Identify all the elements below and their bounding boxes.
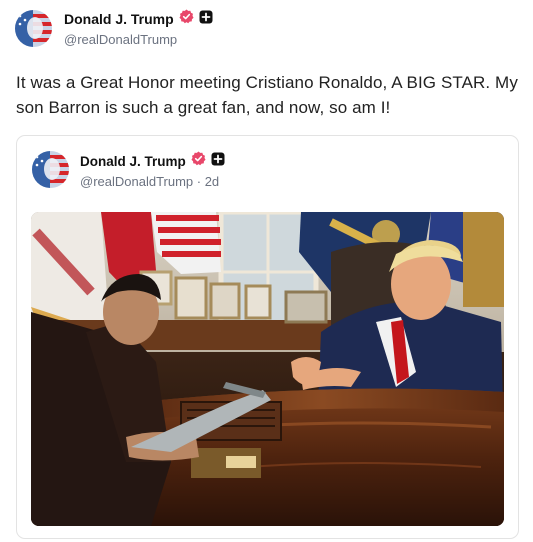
quoted-author-name[interactable]: Donald J. Trump <box>80 154 186 169</box>
oval-office-meeting-photo[interactable] <box>31 212 504 526</box>
plus-badge-icon <box>211 152 225 171</box>
verified-badge-icon <box>179 9 194 29</box>
quoted-author-handle[interactable]: @realDonaldTrump · 2d <box>80 174 219 189</box>
author-name-row: Donald J. Trump <box>64 9 213 29</box>
author-handle[interactable]: @realDonaldTrump <box>64 32 177 47</box>
post-card: Donald J. Trump @realDonaldTrump It was … <box>0 0 533 542</box>
quoted-post-card[interactable]: Donald J. Trump @realDonaldTrump · 2d <box>16 135 519 539</box>
quoted-author-name-row: Donald J. Trump <box>80 151 225 171</box>
author-name[interactable]: Donald J. Trump <box>64 11 174 27</box>
verified-badge-icon <box>191 151 206 171</box>
post-text: It was a Great Honor meeting Cristiano R… <box>16 73 518 117</box>
author-avatar[interactable] <box>15 10 52 47</box>
plus-badge-icon <box>199 10 213 29</box>
quoted-author-avatar[interactable] <box>32 151 69 188</box>
